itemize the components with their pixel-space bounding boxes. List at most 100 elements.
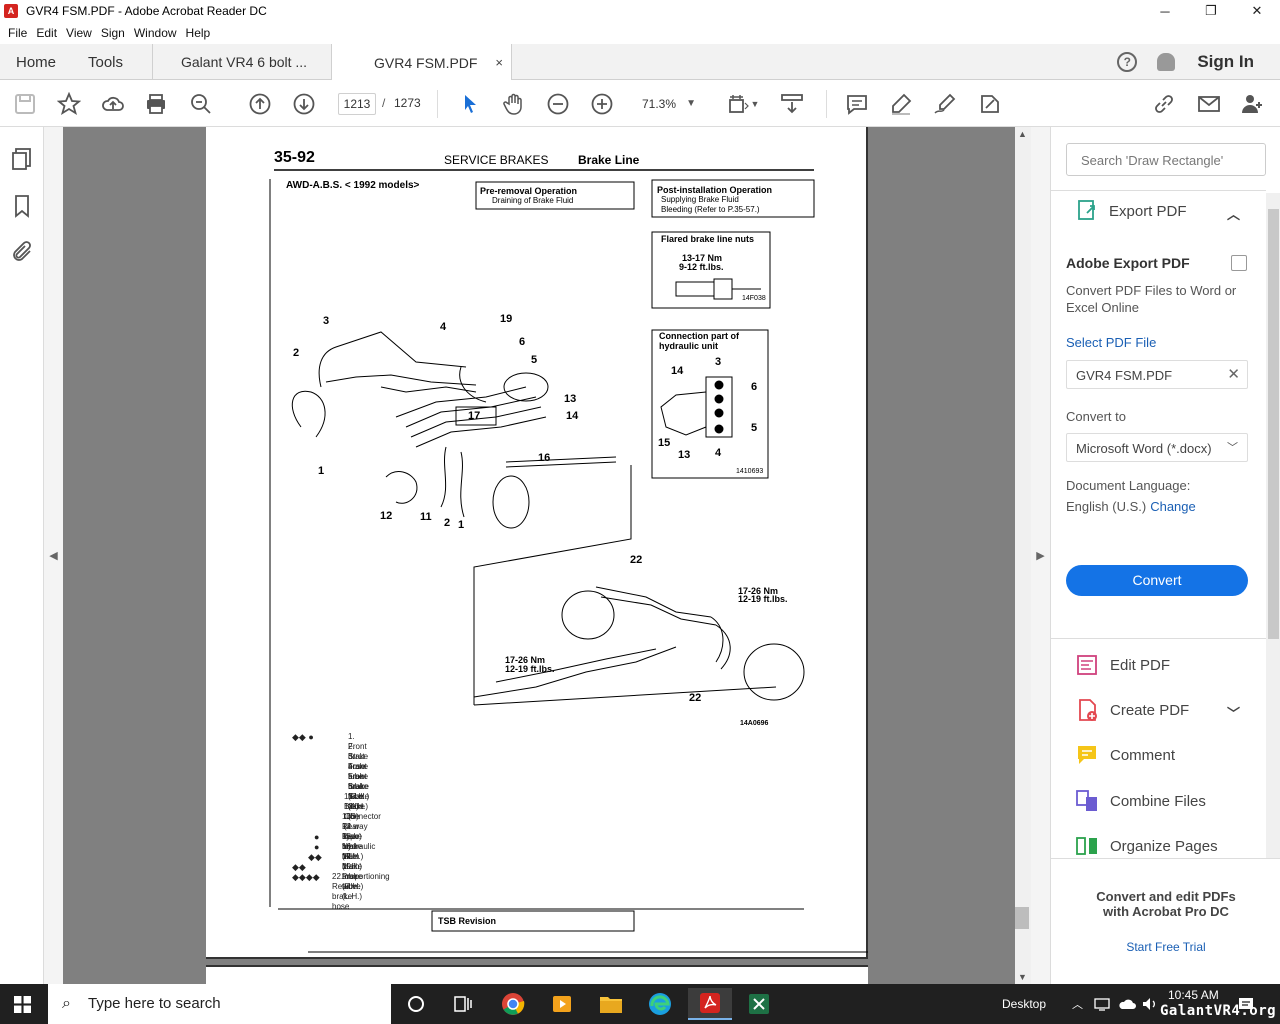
zoom-out-icon[interactable] [546,92,570,116]
chevron-up-tray-icon[interactable]: ︿ [1072,984,1083,1024]
scroll-up-icon[interactable]: ▲ [1018,129,1027,139]
page-number-input[interactable]: 1213 [338,93,376,115]
toolbar-divider [437,90,438,118]
share-link-icon[interactable] [1152,92,1176,116]
select-pdf-file-link[interactable]: Select PDF File [1066,335,1156,350]
attachments-icon[interactable] [10,240,34,264]
callout: 17 [468,410,481,422]
tools-panel-scroll-thumb[interactable] [1268,209,1279,639]
tool-combine-files[interactable]: Combine Files [1075,789,1206,813]
window-title: GVR4 FSM.PDF - Adobe Acrobat Reader DC [26,4,267,18]
windows-start-icon[interactable] [14,996,31,1013]
email-icon[interactable] [1197,92,1221,116]
notification-bell-icon[interactable] [1157,53,1176,71]
scroll-mode-icon[interactable] [780,92,804,116]
convert-to-select[interactable]: Microsoft Word (*.docx) ﹀ [1066,433,1248,462]
bookmarks-icon[interactable] [10,194,34,218]
tool-edit-pdf[interactable]: Edit PDF [1075,653,1170,677]
fill-sign-icon[interactable] [978,92,1002,116]
edge-icon[interactable] [638,988,682,1020]
right-collapse-arrow-icon[interactable]: ▶ [1031,127,1050,984]
clear-file-icon[interactable]: ✕ [1227,365,1240,383]
upload-cloud-icon[interactable] [101,92,125,116]
start-free-trial-link[interactable]: Start Free Trial [1051,940,1280,954]
zoom-level-select[interactable]: 71.3% ▼ [632,93,702,115]
left-collapse-arrow-icon[interactable]: ◀ [44,127,63,984]
task-view-icon[interactable] [441,988,485,1020]
zoom-in-icon[interactable] [590,92,614,116]
acrobat-taskbar-icon[interactable] [688,988,732,1020]
connection-figure-code: 1410693 [736,468,764,475]
excel-icon[interactable] [737,988,781,1020]
tool-organize-pages[interactable]: Organize Pages [1075,834,1218,858]
draw-sign-icon[interactable] [933,92,957,116]
tools-panel-scrollbar[interactable] [1266,193,1280,858]
chrome-icon[interactable] [491,988,535,1020]
copy-icon[interactable] [1231,255,1247,271]
tab-close-icon[interactable]: × [495,55,503,70]
menu-sign[interactable]: Sign [101,26,125,40]
minimize-button[interactable]: ─ [1142,0,1188,22]
hand-tool-icon[interactable] [502,92,526,116]
selected-file-field[interactable]: GVR4 FSM.PDF ✕ [1066,360,1248,389]
tool-comment[interactable]: Comment [1075,743,1175,767]
create-pdf-icon [1079,699,1097,721]
page-thumbnails-icon[interactable] [10,147,34,171]
export-pdf-header[interactable]: Export PDF [1075,199,1187,223]
pdf-page: 35-92 SERVICE BRAKES Brake Line AWD-A.B.… [206,127,868,959]
scroll-thumb[interactable] [1015,907,1029,929]
left-nav-panel [0,127,44,984]
tab-tools[interactable]: Tools [88,44,123,80]
chevron-down-icon[interactable]: ﹀ [1227,703,1240,722]
bookmark-star-icon[interactable] [56,91,82,116]
maximize-button[interactable]: ❐ [1188,0,1234,22]
combine-files-icon [1076,790,1097,811]
menu-file[interactable]: File [8,26,27,40]
connection-title-2: hydraulic unit [659,341,719,351]
document-viewer[interactable]: 35-92 SERVICE BRAKES Brake Line AWD-A.B.… [63,127,1015,984]
menu-edit[interactable]: Edit [36,26,57,40]
pdf-model-note: AWD-A.B.S. < 1992 models> [286,180,420,191]
file-explorer-icon[interactable] [589,988,633,1020]
windows-taskbar: ⌕ Type here to search Desktop ︿ 10:45 AM [0,984,1280,1024]
close-button[interactable]: ✕ [1234,0,1280,22]
document-scrollbar[interactable]: ▲ ▼ [1015,127,1031,984]
tab-home[interactable]: Home [16,44,56,80]
cortana-icon[interactable] [394,988,438,1020]
add-user-icon[interactable] [1240,92,1264,116]
chevron-up-icon[interactable]: ︿ [1227,204,1240,223]
onedrive-icon[interactable] [1118,984,1136,1024]
next-page-icon[interactable] [292,92,316,116]
help-icon[interactable]: ? [1117,52,1138,72]
convert-button[interactable]: Convert [1066,565,1248,596]
change-language-link[interactable]: Change [1150,499,1196,514]
zoom-out-search-icon[interactable] [189,92,213,116]
tool-create-pdf[interactable]: Create PDF [1075,698,1189,722]
select-arrow-icon[interactable] [458,92,482,116]
comment-tool-icon[interactable] [845,92,869,116]
zoom-level-value: 71.3% [642,97,677,111]
taskbar-search-input[interactable]: ⌕ Type here to search [48,984,391,1024]
page-fit-dropdown-icon[interactable]: ▼ [750,92,760,116]
network-icon[interactable] [1094,984,1110,1024]
previous-page-icon[interactable] [248,92,272,116]
desktop-toolbar-label[interactable]: Desktop [1002,984,1046,1024]
taskbar-time: 10:45 AM [1168,988,1219,1002]
volume-icon[interactable] [1142,984,1158,1024]
document-language-row: English (U.S.) Change [1066,499,1196,514]
highlight-pen-icon[interactable] [889,92,913,116]
scroll-down-icon[interactable]: ▼ [1018,972,1027,982]
taskbar-clock[interactable]: 10:45 AM [1168,988,1219,1003]
tab-document-gvr4[interactable]: GVR4 FSM.PDF × [332,44,512,81]
save-icon[interactable] [13,92,37,116]
sign-in-button[interactable]: Sign In [1197,52,1254,72]
callout: 5 [531,354,538,366]
print-icon[interactable] [144,92,168,116]
menu-view[interactable]: View [66,26,92,40]
media-player-icon[interactable] [540,988,584,1020]
menu-window[interactable]: Window [134,26,177,40]
menu-help[interactable]: Help [186,26,211,40]
page-fit-icon[interactable] [726,92,750,116]
tab-document-galant[interactable]: Galant VR4 6 bolt ... [152,44,332,80]
tools-search-input[interactable]: Search 'Draw Rectangle' [1066,143,1266,176]
